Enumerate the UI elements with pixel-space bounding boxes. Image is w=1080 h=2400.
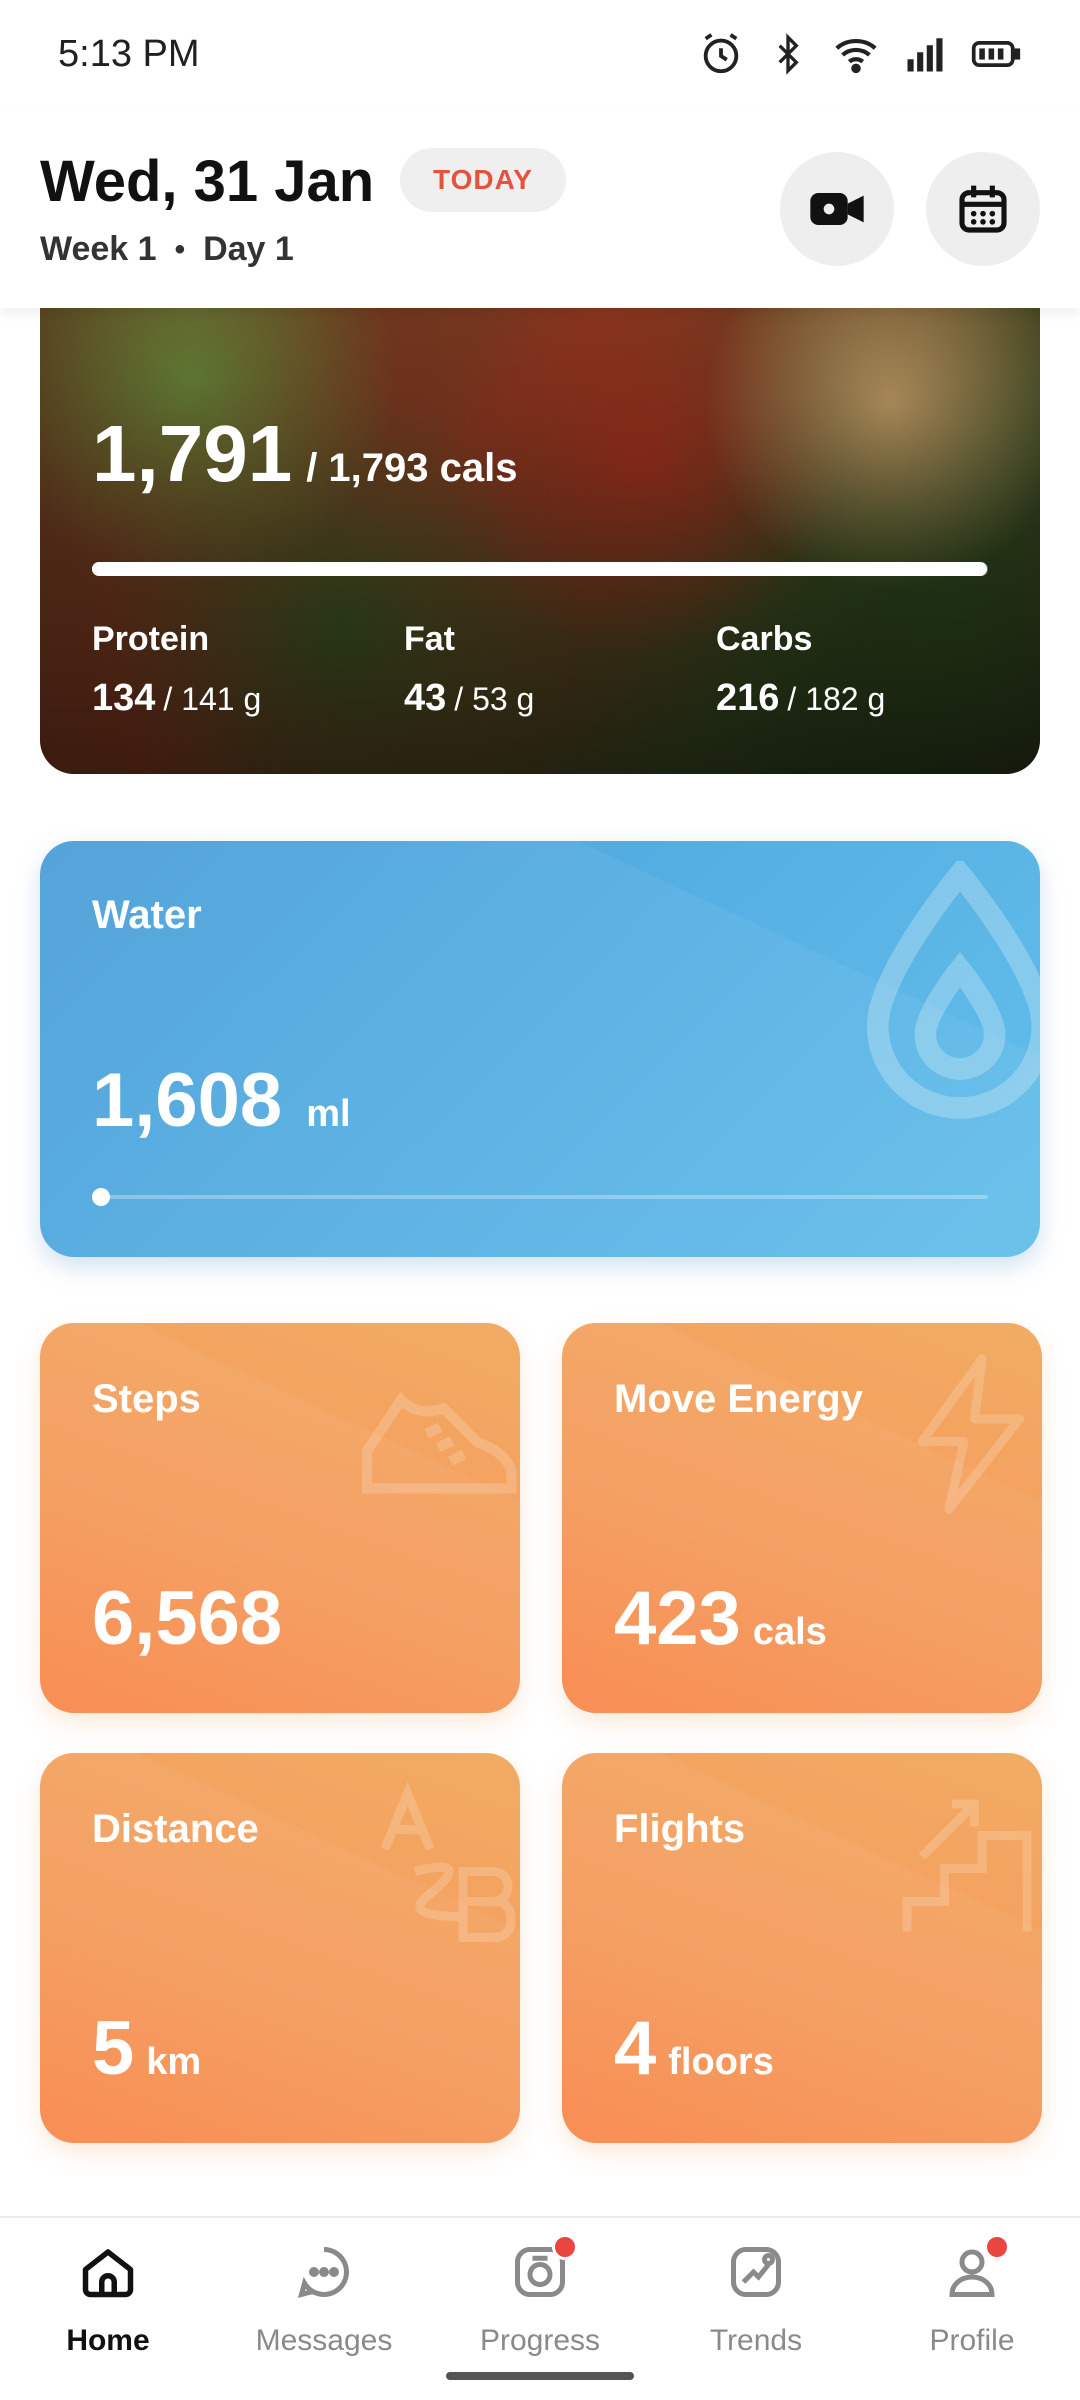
wifi-icon (835, 38, 877, 74)
macro-carbs: Carbs 216 / 182 g (716, 620, 885, 720)
header: Wed, 31 Jan TODAY Week 1 • Day 1 (0, 108, 1080, 308)
distance-value-line: 5 km (92, 2005, 201, 2092)
video-icon (810, 193, 864, 225)
distance-unit: km (146, 2041, 202, 2083)
day-label: Day 1 (203, 230, 294, 268)
messages-icon (294, 2242, 354, 2302)
calories-progress-bar (92, 562, 988, 576)
water-card[interactable]: Water 1,608 ml (40, 841, 1040, 1257)
calories-line: 1,791 / 1,793 cals (92, 408, 518, 500)
macro-value-line: 216 / 182 g (716, 677, 885, 720)
steps-value: 6,568 (92, 1576, 283, 1661)
nav-label: Progress (479, 2324, 601, 2357)
trends-icon (726, 2242, 786, 2302)
flights-value: 4 (614, 2006, 657, 2091)
macro-goal: / 141 g (163, 681, 262, 717)
move-energy-value: 423 (614, 1576, 741, 1661)
progress-icon (510, 2234, 578, 2302)
move-energy-card[interactable]: Move Energy 423 cals (562, 1323, 1042, 1713)
today-badge[interactable]: TODAY (400, 148, 566, 212)
nav-label: Messages (255, 2324, 393, 2357)
macro-fat: Fat 43 / 53 g (404, 620, 534, 720)
alarm-icon (703, 33, 739, 74)
flights-card[interactable]: Flights 4 floors (562, 1753, 1042, 2143)
macro-goal: / 182 g (787, 681, 886, 717)
nav-label: Profile (929, 2324, 1015, 2357)
steps-title: Steps (92, 1377, 201, 1421)
macro-value-line: 43 / 53 g (404, 677, 534, 720)
week-day-line: Week 1 • Day 1 (40, 230, 294, 269)
steps-card[interactable]: Steps 6,568 (40, 1323, 520, 1713)
calendar-button[interactable] (926, 152, 1040, 266)
notification-dot (552, 2234, 578, 2260)
move-energy-title: Move Energy (614, 1377, 863, 1421)
notification-dot (984, 2234, 1010, 2260)
home-indicator[interactable] (446, 2372, 634, 2380)
macro-label: Carbs (716, 620, 813, 658)
water-value: 1,608 (92, 1058, 283, 1143)
move-energy-value-line: 423 cals (614, 1575, 827, 1662)
home-icon (78, 2242, 138, 2302)
nav-progress[interactable]: Progress (432, 2234, 648, 2358)
week-label: Week 1 (40, 230, 157, 268)
macro-value: 134 (92, 677, 156, 719)
status-time: 5:13 PM (58, 32, 200, 75)
distance-card[interactable]: Distance 5 km (40, 1753, 520, 2143)
nav-profile[interactable]: Profile (864, 2234, 1080, 2358)
distance-value: 5 (92, 2006, 135, 2091)
battery-icon (971, 41, 1021, 67)
status-icons (698, 31, 1022, 77)
water-title: Water (92, 893, 202, 937)
calories-goal: / 1,793 cals (306, 446, 518, 490)
macro-value-line: 134 / 141 g (92, 677, 261, 720)
nav-label: Home (66, 2324, 150, 2357)
video-button[interactable] (780, 152, 894, 266)
profile-icon (942, 2234, 1010, 2302)
water-drop-icon (866, 861, 1040, 1119)
water-unit: ml (306, 1093, 351, 1135)
nav-trends[interactable]: Trends (648, 2242, 864, 2358)
calendar-icon (959, 185, 1007, 233)
bluetooth-icon (778, 33, 799, 75)
shoe-icon (361, 1391, 517, 1494)
macro-value: 216 (716, 677, 780, 719)
lightning-icon (917, 1354, 1024, 1514)
nav-label: Trends (709, 2324, 803, 2357)
flights-value-line: 4 floors (614, 2005, 774, 2092)
flights-title: Flights (614, 1807, 746, 1851)
calories-card[interactable]: 1,791 / 1,793 cals Protein 134 / 141 g F… (40, 280, 1040, 774)
page-title-date[interactable]: Wed, 31 Jan (40, 148, 374, 215)
nav-home[interactable]: Home (0, 2242, 216, 2358)
calories-progress-fill (92, 562, 988, 576)
flights-unit: floors (668, 2041, 774, 2083)
calories-card-content: 1,791 / 1,793 cals Protein 134 / 141 g F… (40, 280, 1040, 774)
signal-icon (907, 38, 943, 72)
macro-label: Protein (92, 620, 210, 658)
calories-consumed: 1,791 (92, 409, 293, 498)
separator-dot: • (174, 232, 186, 266)
macro-value: 43 (404, 677, 447, 719)
stairs-icon (902, 1799, 1032, 1932)
macro-goal: / 53 g (454, 681, 535, 717)
steps-value-line: 6,568 (92, 1575, 282, 1662)
status-bar: 5:13 PM (0, 0, 1080, 108)
water-value-line: 1,608 ml (92, 1057, 351, 1144)
water-progress-track (92, 1195, 988, 1199)
macro-protein: Protein 134 / 141 g (92, 620, 261, 720)
water-progress-knob (92, 1188, 110, 1206)
macro-label: Fat (404, 620, 455, 658)
distance-title: Distance (92, 1807, 259, 1851)
move-energy-unit: cals (752, 1611, 827, 1653)
nav-messages[interactable]: Messages (216, 2242, 432, 2358)
a-to-b-icon (380, 1781, 516, 1942)
